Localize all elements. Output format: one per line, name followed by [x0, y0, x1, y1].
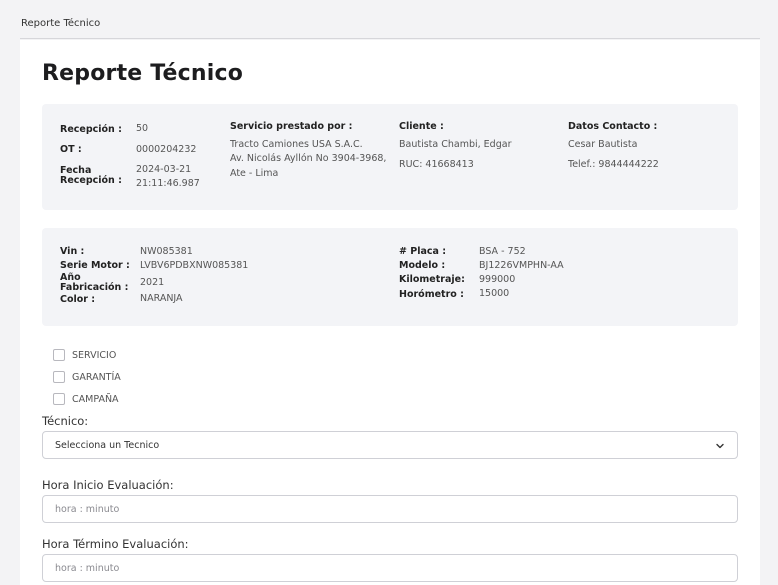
vin-value: NW085381: [140, 246, 193, 257]
vehicle-panel: Vin : NW085381 Serie Motor : LVBV6PDBXNW…: [42, 228, 738, 326]
recepcion-label: Recepción :: [60, 124, 122, 135]
checkbox-box[interactable]: [53, 371, 65, 383]
horometro-label: Horómetro :: [399, 289, 464, 300]
recepcion-value: 50: [136, 123, 149, 134]
placa-label: # Placa :: [399, 246, 447, 257]
anio-value: 2021: [140, 277, 165, 288]
checkbox-label: SERVICIO: [72, 349, 117, 361]
contacto-name: Cesar Bautista: [568, 139, 638, 150]
modelo-label: Modelo :: [399, 260, 446, 271]
tecnico-label: Técnico:: [42, 414, 89, 428]
serie-value: LVBV6PDBXNW085381: [140, 260, 249, 271]
servicio-line2: Av. Nicolás Ayllón No 3904-3968,: [230, 153, 387, 164]
chevron-down-icon: [716, 443, 724, 449]
cliente-ruc: RUC: 41668413: [399, 159, 474, 170]
servicio-label: Servicio prestado por :: [230, 121, 353, 132]
fecha-date: 2024-03-21: [136, 164, 192, 175]
cliente-name: Bautista Chambi, Edgar: [399, 139, 512, 150]
page-title: Reporte Técnico: [42, 61, 244, 86]
checkbox-garantia[interactable]: GARANTÍA: [53, 371, 121, 383]
servicio-line1: Tracto Camiones USA S.A.C.: [230, 139, 363, 150]
contacto-phone: Telef.: 9844444222: [568, 159, 659, 170]
kilometraje-label: Kilometraje:: [399, 274, 465, 285]
breadcrumb-bar: Reporte Técnico: [20, 0, 760, 39]
ot-label: OT :: [60, 144, 82, 155]
color-label: Color :: [60, 294, 96, 305]
inicio-time-input[interactable]: hora : minuto: [42, 495, 738, 523]
cliente-label: Cliente :: [399, 121, 444, 132]
reception-panel: Recepción : 50 OT : 0000204232 Fecha Rec…: [42, 104, 738, 210]
vin-label: Vin :: [60, 246, 85, 257]
termino-placeholder: hora : minuto: [55, 563, 120, 574]
termino-time-input[interactable]: hora : minuto: [42, 554, 738, 582]
serie-label: Serie Motor :: [60, 260, 130, 271]
servicio-line3: Ate - Lima: [230, 168, 279, 179]
tecnico-selected-value: Selecciona un Tecnico: [55, 440, 160, 451]
checkbox-box[interactable]: [53, 393, 65, 405]
fecha-time: 21:11:46.987: [136, 178, 200, 189]
checkbox-box[interactable]: [53, 349, 65, 361]
ot-value: 0000204232: [136, 144, 197, 155]
checkbox-label: GARANTÍA: [72, 371, 121, 383]
placa-value: BSA - 752: [479, 246, 526, 257]
breadcrumb: Reporte Técnico: [21, 18, 101, 29]
fecha-label-line2: Recepción :: [60, 175, 122, 186]
kilometraje-value: 999000: [479, 274, 516, 285]
inicio-placeholder: hora : minuto: [55, 504, 120, 515]
contacto-label: Datos Contacto :: [568, 121, 658, 132]
modelo-value: BJ1226VMPHN-AA: [479, 260, 564, 271]
checkbox-campana[interactable]: CAMPAÑA: [53, 393, 119, 405]
checkbox-servicio[interactable]: SERVICIO: [53, 349, 116, 361]
tecnico-select[interactable]: Selecciona un Tecnico: [42, 431, 738, 459]
anio-label-line2: Fabricación :: [60, 282, 129, 293]
termino-label: Hora Término Evaluación:: [42, 537, 189, 551]
report-card: Reporte Técnico Recepción : 50 OT : 0000…: [20, 40, 760, 585]
horometro-value: 15000: [479, 288, 510, 299]
checkbox-label: CAMPAÑA: [72, 393, 119, 405]
color-value: NARANJA: [140, 293, 183, 304]
inicio-label: Hora Inicio Evaluación:: [42, 478, 174, 492]
